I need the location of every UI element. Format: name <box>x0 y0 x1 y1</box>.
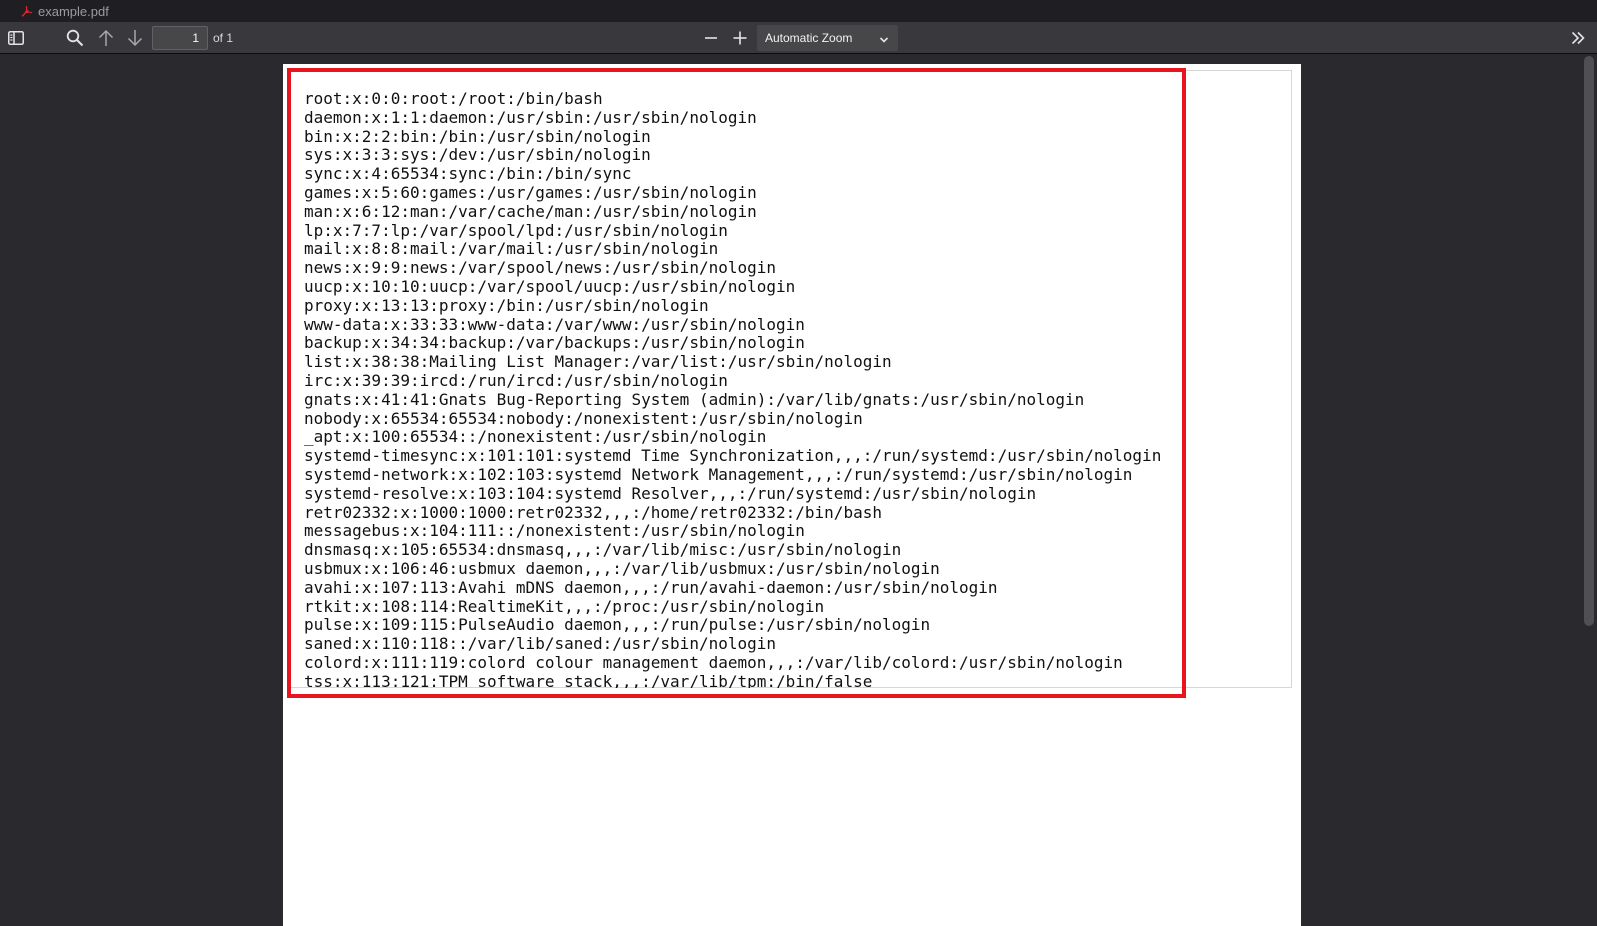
page-count-label: of 1 <box>213 31 234 45</box>
pdf-file-icon <box>20 5 33 18</box>
previous-page-button[interactable] <box>93 25 119 51</box>
text-line: avahi:x:107:113:Avahi mDNS daemon,,,:/ru… <box>304 577 998 597</box>
text-line: systemd-network:x:102:103:systemd Networ… <box>304 464 1133 484</box>
next-page-button[interactable] <box>122 25 148 51</box>
search-icon <box>66 29 84 47</box>
tab-title[interactable]: example.pdf <box>38 4 109 19</box>
text-line: man:x:6:12:man:/var/cache/man:/usr/sbin/… <box>304 201 757 221</box>
scrollbar-thumb[interactable] <box>1584 56 1594 626</box>
text-line: news:x:9:9:news:/var/spool/news:/usr/sbi… <box>304 258 777 278</box>
text-line: sync:x:4:65534:sync:/bin:/bin/sync <box>304 164 632 184</box>
text-line: list:x:38:38:Mailing List Manager:/var/l… <box>304 352 892 372</box>
text-line: irc:x:39:39:ircd:/run/ircd:/usr/sbin/nol… <box>304 370 728 390</box>
pdf-toolbar: of 1 Automatic Zoom <box>0 22 1597 54</box>
sidebar-toggle-icon <box>8 31 24 45</box>
text-line: backup:x:34:34:backup:/var/backups:/usr/… <box>304 333 805 353</box>
zoom-select[interactable]: Automatic Zoom <box>757 25 898 51</box>
text-line: usbmux:x:106:46:usbmux daemon,,,:/var/li… <box>304 558 940 578</box>
text-line: lp:x:7:7:lp:/var/spool/lpd:/usr/sbin/nol… <box>304 220 728 240</box>
pdf-page: root:x:0:0:root:/root:/bin/bash daemon:x:… <box>283 64 1301 926</box>
text-line: _apt:x:100:65534::/nonexistent:/usr/sbin… <box>304 427 767 447</box>
arrow-up-icon <box>98 29 114 47</box>
text-line: mail:x:8:8:mail:/var/mail:/usr/sbin/nolo… <box>304 239 719 259</box>
text-line: bin:x:2:2:bin:/bin:/usr/sbin/nologin <box>304 126 651 146</box>
text-line: rtkit:x:108:114:RealtimeKit,,,:/proc:/us… <box>304 596 825 616</box>
text-line: sys:x:3:3:sys:/dev:/usr/sbin/nologin <box>304 145 651 165</box>
page-number-input[interactable] <box>152 26 208 50</box>
zoom-out-button[interactable] <box>698 25 724 51</box>
text-line: proxy:x:13:13:proxy:/bin:/usr/sbin/nolog… <box>304 295 709 315</box>
text-line: retr02332:x:1000:1000:retr02332,,,:/home… <box>304 502 882 522</box>
text-line: systemd-resolve:x:103:104:systemd Resolv… <box>304 483 1037 503</box>
text-line: systemd-timesync:x:101:101:systemd Time … <box>304 446 1162 466</box>
vertical-scrollbar[interactable] <box>1582 54 1596 926</box>
text-line: dnsmasq:x:105:65534:dnsmasq,,,:/var/lib/… <box>304 540 902 560</box>
document-viewer[interactable]: root:x:0:0:root:/root:/bin/bash daemon:x:… <box>0 54 1597 926</box>
text-line: daemon:x:1:1:daemon:/usr/sbin:/usr/sbin/… <box>304 107 757 127</box>
chevron-down-icon <box>879 33 889 47</box>
sidebar-toggle-button[interactable] <box>3 25 29 51</box>
arrow-down-icon <box>127 29 143 47</box>
text-line: saned:x:110:118::/var/lib/saned:/usr/sbi… <box>304 634 777 654</box>
text-line: www-data:x:33:33:www-data:/var/www:/usr/… <box>304 314 805 334</box>
text-line: gnats:x:41:41:Gnats Bug-Reporting System… <box>304 389 1085 409</box>
text-line: colord:x:111:119:colord colour managemen… <box>304 652 1123 672</box>
text-line: root:x:0:0:root:/root:/bin/bash <box>304 90 603 108</box>
document-text: root:x:0:0:root:/root:/bin/bash daemon:x:… <box>304 90 1184 688</box>
tools-button[interactable] <box>1565 25 1591 51</box>
text-line: pulse:x:109:115:PulseAudio daemon,,,:/ru… <box>304 615 931 635</box>
text-line: nobody:x:65534:65534:nobody:/nonexistent… <box>304 408 863 428</box>
text-line: games:x:5:60:games:/usr/games:/usr/sbin/… <box>304 182 757 202</box>
minus-icon <box>703 30 719 46</box>
tab-bar: example.pdf <box>0 0 1597 22</box>
plus-icon <box>732 30 748 46</box>
double-chevron-right-icon <box>1570 30 1586 46</box>
find-button[interactable] <box>62 25 88 51</box>
zoom-in-button[interactable] <box>727 25 753 51</box>
text-line: tss:x:113:121:TPM software stack,,,:/var… <box>304 671 873 688</box>
text-line: messagebus:x:104:111::/nonexistent:/usr/… <box>304 521 805 541</box>
zoom-select-value: Automatic Zoom <box>765 31 853 45</box>
text-line: uucp:x:10:10:uucp:/var/spool/uucp:/usr/s… <box>304 276 796 296</box>
